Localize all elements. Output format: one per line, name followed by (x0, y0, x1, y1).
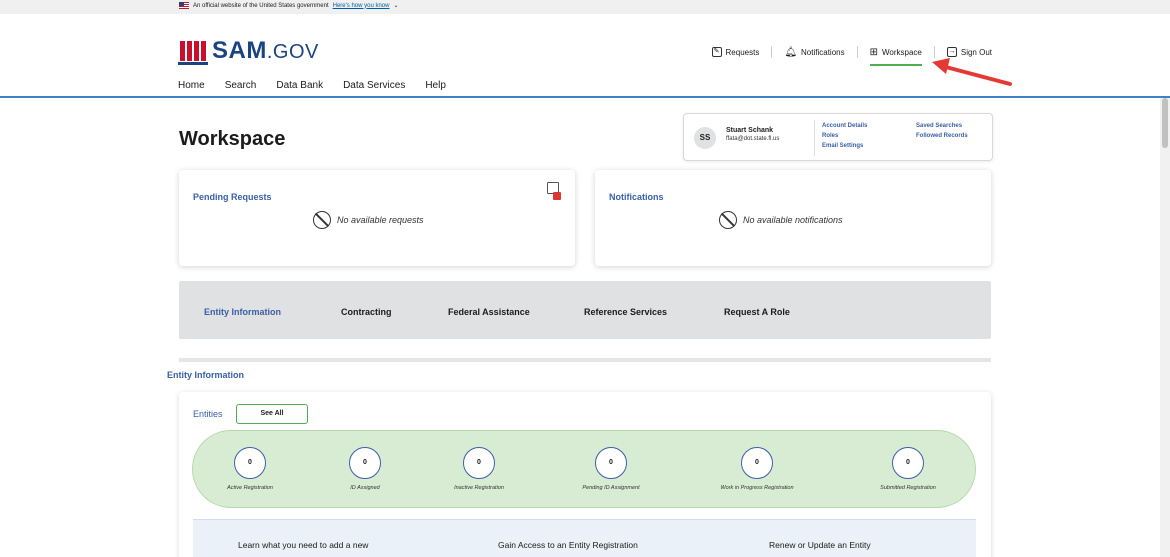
annotation-arrow-icon (932, 58, 1012, 86)
nav-help[interactable]: Help (425, 80, 446, 91)
stat-label: Pending ID Assignment (582, 485, 640, 491)
stat-label: Active Registration (227, 485, 273, 491)
nav-data-bank[interactable]: Data Bank (276, 80, 323, 91)
no-requests-message: No available requests (313, 211, 424, 229)
gov-banner: An official website of the United States… (0, 0, 1170, 14)
learn-panel: Learn what you need to add a new Gain Ac… (193, 519, 976, 557)
sam-logo[interactable]: SAM.GOV (178, 38, 319, 65)
profile-name: Stuart Schank (726, 127, 774, 134)
nav-data-services[interactable]: Data Services (343, 80, 405, 91)
page-title: Workspace (179, 128, 286, 150)
tab-reference-services[interactable]: Reference Services (584, 307, 667, 317)
stat-value: 0 (463, 447, 495, 479)
tab-entity-information[interactable]: Entity Information (204, 307, 281, 317)
heres-how-you-know-link[interactable]: Here's how you know (333, 3, 390, 9)
notifications-title[interactable]: Notifications (609, 192, 664, 202)
followed-records-link[interactable]: Followed Records (916, 131, 968, 141)
notifications-link[interactable]: 🔔︎ Notifications (784, 47, 844, 58)
page-scrollbar[interactable] (1160, 98, 1170, 557)
scrollbar-thumb[interactable] (1162, 98, 1168, 148)
email-settings-link[interactable]: Email Settings (822, 141, 867, 151)
workspace-link[interactable]: ⊞ Workspace (869, 46, 923, 66)
roles-link[interactable]: Roles (822, 131, 867, 141)
stat-submitted-registration[interactable]: 0 Submitted Registration (853, 447, 963, 491)
workspace-tabs: Entity Information Contracting Federal A… (179, 281, 991, 339)
stat-id-assigned[interactable]: 0 ID Assigned (310, 447, 420, 491)
learn-add-entity-link[interactable]: Learn what you need to add a new (238, 540, 368, 550)
no-notifications-message: No available notifications (719, 211, 843, 229)
gov-banner-text: An official website of the United States… (193, 2, 329, 9)
renew-update-link[interactable]: Renew or Update an Entity (769, 540, 871, 550)
tab-contracting[interactable]: Contracting (341, 307, 392, 317)
entities-label: Entities (193, 409, 223, 419)
edit-requests-icon[interactable] (547, 182, 561, 200)
main-nav: Home Search Data Bank Data Services Help (178, 80, 446, 91)
section-divider (179, 358, 991, 362)
stat-value: 0 (234, 447, 266, 479)
stat-pending-id-assignment[interactable]: 0 Pending ID Assignment (556, 447, 666, 491)
stat-value: 0 (595, 447, 627, 479)
edit-icon: ✎ (711, 47, 722, 57)
stat-label: Work in Progress Registration (720, 485, 794, 491)
capitol-logo-icon (178, 39, 208, 65)
stat-active-registration[interactable]: 0 Active Registration (195, 447, 305, 491)
grid-icon: ⊞ (869, 46, 878, 58)
no-results-icon (313, 211, 331, 229)
logo-suffix: .GOV (266, 41, 319, 63)
requests-label: Requests (725, 47, 760, 57)
entity-stats: 0 Active Registration 0 ID Assigned 0 In… (192, 430, 976, 508)
notifications-label: Notifications (801, 47, 845, 57)
notifications-card: Notifications No available notifications (595, 170, 991, 266)
no-results-icon (719, 211, 737, 229)
no-notifications-text: No available notifications (743, 215, 843, 225)
nav-home[interactable]: Home (178, 80, 205, 91)
stat-inactive-registration[interactable]: 0 Inactive Registration (424, 447, 534, 491)
stat-value: 0 (892, 447, 924, 479)
chevron-down-icon[interactable]: ⌄ (393, 2, 398, 9)
nav-search[interactable]: Search (225, 80, 257, 91)
section-title: Entity Information (167, 370, 244, 380)
profile-card: SS Stuart Schank ffata@dot.state.fl.us A… (683, 113, 993, 161)
profile-email: ffata@dot.state.fl.us (726, 136, 780, 142)
tab-request-a-role[interactable]: Request A Role (724, 307, 790, 317)
stat-work-in-progress-registration[interactable]: 0 Work in Progress Registration (702, 447, 812, 491)
stat-label: Inactive Registration (454, 485, 504, 491)
stat-label: ID Assigned (350, 485, 380, 491)
stat-value: 0 (349, 447, 381, 479)
no-requests-text: No available requests (337, 215, 424, 225)
logo-brand: SAM (212, 37, 267, 64)
pending-requests-card: Pending Requests No available requests (179, 170, 575, 266)
tab-federal-assistance[interactable]: Federal Assistance (448, 307, 530, 317)
workspace-label: Workspace (881, 47, 922, 57)
saved-searches-link[interactable]: Saved Searches (916, 121, 968, 131)
see-all-button[interactable]: See All (236, 404, 308, 424)
stat-value: 0 (741, 447, 773, 479)
stat-label: Submitted Registration (880, 485, 936, 491)
avatar: SS (694, 127, 716, 149)
gain-access-link[interactable]: Gain Access to an Entity Registration (498, 540, 638, 550)
pending-requests-title[interactable]: Pending Requests (193, 192, 272, 202)
bell-icon: 🔔︎ (784, 46, 798, 58)
account-details-link[interactable]: Account Details (822, 121, 867, 131)
us-flag-icon (179, 2, 189, 9)
requests-link[interactable]: ✎ Requests (711, 47, 760, 57)
